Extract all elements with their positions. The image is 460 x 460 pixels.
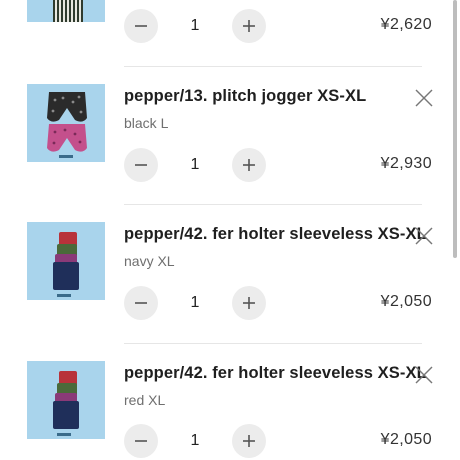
- decrease-quantity-button[interactable]: [124, 424, 158, 458]
- plus-icon: [243, 435, 255, 447]
- quantity-stepper: 1: [124, 424, 267, 458]
- item-price: ¥2,050: [380, 431, 432, 448]
- cart-item: pepper/42. fer holter sleeveless XS-XL n…: [0, 222, 450, 360]
- quantity-stepper: 1: [124, 9, 267, 43]
- product-variant: navy XL: [124, 253, 175, 269]
- product-thumbnail[interactable]: [27, 222, 105, 300]
- sleeveless-tops-icon: [27, 222, 105, 300]
- decrease-quantity-button[interactable]: [124, 286, 158, 320]
- striped-garment-icon: [27, 0, 105, 22]
- jogger-pants-icon: [27, 84, 105, 162]
- minus-icon: [135, 440, 147, 442]
- item-divider: [124, 343, 422, 344]
- cart-list: 1 ¥2,620 pepper/13. plitch jogger XS-XL …: [0, 0, 460, 460]
- quantity-value[interactable]: 1: [158, 286, 232, 320]
- sleeveless-tops-icon: [27, 361, 105, 439]
- quantity-value[interactable]: 1: [158, 9, 232, 43]
- cart-item: 1 ¥2,620: [0, 0, 450, 70]
- increase-quantity-button[interactable]: [232, 424, 266, 458]
- plus-icon: [243, 159, 255, 171]
- decrease-quantity-button[interactable]: [124, 148, 158, 182]
- plus-icon: [243, 297, 255, 309]
- remove-item-button[interactable]: [414, 365, 434, 385]
- quantity-stepper: 1: [124, 148, 267, 182]
- product-thumbnail[interactable]: [27, 0, 105, 22]
- cart-item: pepper/13. plitch jogger XS-XL black L 1: [0, 84, 450, 222]
- product-thumbnail[interactable]: [27, 84, 105, 162]
- quantity-stepper: 1: [124, 286, 267, 320]
- product-thumbnail[interactable]: [27, 361, 105, 439]
- decrease-quantity-button[interactable]: [124, 9, 158, 43]
- quantity-value[interactable]: 1: [158, 148, 232, 182]
- plus-icon: [243, 20, 255, 32]
- scrollbar[interactable]: [453, 0, 457, 258]
- item-price: ¥2,050: [380, 293, 432, 310]
- increase-quantity-button[interactable]: [232, 148, 266, 182]
- item-divider: [124, 204, 422, 205]
- remove-item-button[interactable]: [414, 226, 434, 246]
- product-title[interactable]: pepper/42. fer holter sleeveless XS-XL: [124, 225, 427, 244]
- close-icon: [415, 227, 433, 245]
- cart-item: pepper/42. fer holter sleeveless XS-XL r…: [0, 361, 450, 460]
- minus-icon: [135, 302, 147, 304]
- increase-quantity-button[interactable]: [232, 286, 266, 320]
- item-price: ¥2,930: [380, 155, 432, 172]
- minus-icon: [135, 164, 147, 166]
- item-price: ¥2,620: [380, 16, 432, 33]
- product-title[interactable]: pepper/13. plitch jogger XS-XL: [124, 87, 366, 106]
- item-divider: [124, 66, 422, 67]
- quantity-value[interactable]: 1: [158, 424, 232, 458]
- remove-item-button[interactable]: [414, 88, 434, 108]
- close-icon: [415, 89, 433, 107]
- product-variant: red XL: [124, 392, 166, 408]
- minus-icon: [135, 25, 147, 27]
- increase-quantity-button[interactable]: [232, 9, 266, 43]
- product-title[interactable]: pepper/42. fer holter sleeveless XS-XL: [124, 364, 427, 383]
- close-icon: [415, 366, 433, 384]
- product-variant: black L: [124, 115, 169, 131]
